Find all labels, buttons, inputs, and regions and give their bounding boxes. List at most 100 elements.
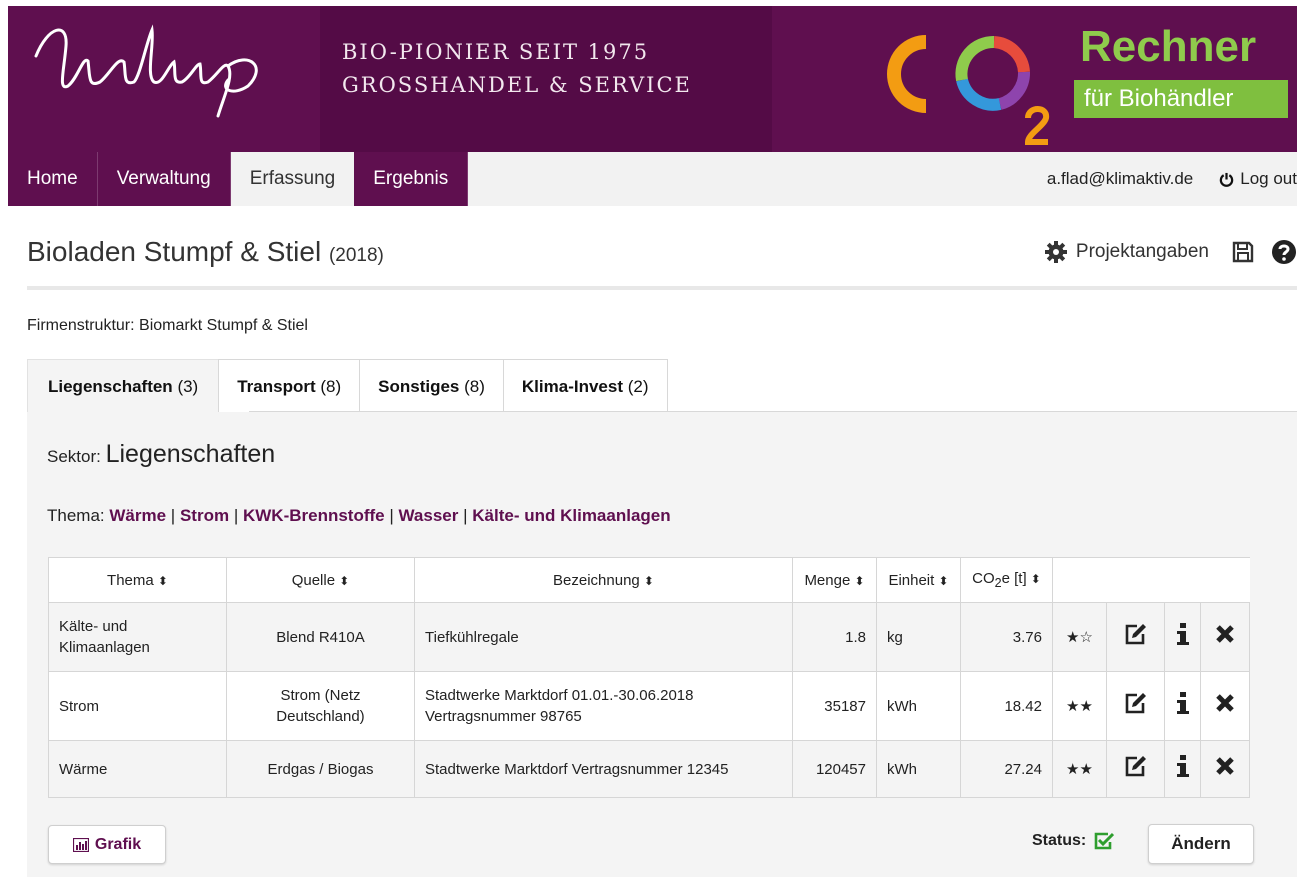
cell-co2e: 3.76 xyxy=(960,602,1053,672)
page-title-year: (2018) xyxy=(328,245,384,266)
sort-icon: ⬍ xyxy=(1030,572,1041,586)
close-icon xyxy=(1216,625,1234,643)
close-icon xyxy=(1216,694,1234,712)
rating-stars: ★★ xyxy=(1052,740,1107,798)
col-header-thema[interactable]: Thema ⬍ xyxy=(48,557,227,603)
projektangaben-button[interactable]: Projektangaben xyxy=(1044,240,1209,264)
tab-count: (8) xyxy=(464,377,485,396)
delete-button[interactable] xyxy=(1200,671,1250,741)
user-email: a.flad@klimaktiv.de xyxy=(1046,169,1194,188)
table-header-row: Thema ⬍ Quelle ⬍ Bezeichnung ⬍ Menge ⬍ E… xyxy=(48,557,1250,603)
thema-link-kaelte[interactable]: Kälte- und Klimaanlagen xyxy=(472,506,670,525)
grafik-button[interactable]: Grafik xyxy=(48,825,166,864)
nav-user-area: a.flad@klimaktiv.de Log out xyxy=(1047,152,1297,206)
sektor-label: Sektor: xyxy=(47,447,101,466)
cell-co2e: 27.24 xyxy=(960,740,1053,798)
tagline-line-2: GROSSHANDEL & SERVICE xyxy=(342,73,692,97)
col-header-blank xyxy=(1200,557,1250,603)
thema-link-wasser[interactable]: Wasser xyxy=(399,506,459,525)
save-button[interactable] xyxy=(1231,240,1255,264)
thema-link-kwk[interactable]: KWK-Brennstoffe xyxy=(243,506,385,525)
thema-filter: Thema: Wärme | Strom | KWK-Brennstoffe |… xyxy=(47,506,671,526)
table-row: Wärme Erdgas / Biogas Stadtwerke Marktdo… xyxy=(48,740,1250,798)
col-header-label: Menge xyxy=(804,571,851,589)
header-actions: Projektangaben xyxy=(1044,234,1297,270)
info-button[interactable] xyxy=(1164,602,1201,672)
logout-label: Log out xyxy=(1240,169,1297,188)
col-header-label: Quelle xyxy=(291,571,336,589)
cell-bezeichnung: Stadtwerke Marktdorf Vertragsnummer 1234… xyxy=(414,740,793,798)
aendern-button[interactable]: Ändern xyxy=(1148,824,1254,864)
col-header-co2e[interactable]: CO2e [t] ⬍ xyxy=(960,557,1053,603)
nav-home[interactable]: Home xyxy=(8,152,98,206)
sort-icon: ⬍ xyxy=(157,573,168,588)
col-header-menge[interactable]: Menge ⬍ xyxy=(792,557,877,603)
table-row: Strom Strom (Netz Deutschland) Stadtwerk… xyxy=(48,671,1250,741)
nav-menu: Home Verwaltung Erfassung Ergebnis xyxy=(8,152,469,206)
sort-icon: ⬍ xyxy=(938,573,949,588)
info-button[interactable] xyxy=(1164,740,1201,798)
cell-quelle: Strom (Netz Deutschland) xyxy=(226,671,415,741)
cell-menge: 120457 xyxy=(792,740,877,798)
nav-verwaltung[interactable]: Verwaltung xyxy=(97,152,231,206)
rating-stars: ★☆ xyxy=(1052,602,1107,672)
nav-ergebnis[interactable]: Ergebnis xyxy=(354,152,469,206)
tab-count: (8) xyxy=(320,377,342,396)
sort-icon: ⬍ xyxy=(854,573,865,588)
col-header-blank xyxy=(1164,557,1201,603)
info-icon xyxy=(1176,755,1189,777)
co2-logo-icon xyxy=(887,35,1050,145)
edit-icon xyxy=(1125,624,1146,645)
tab-label: Klima-Invest xyxy=(521,377,623,396)
save-icon xyxy=(1232,241,1254,263)
co2-rechner-subtitle: für Biohändler xyxy=(1074,80,1288,118)
firmenstruktur-value: Biomarkt Stumpf & Stiel xyxy=(139,317,308,334)
tab-count: (2) xyxy=(627,377,649,396)
cell-quelle: Blend R410A xyxy=(226,602,415,672)
edit-button[interactable] xyxy=(1106,602,1165,672)
sector-tabs: Liegenschaften (3) Transport (8) Sonstig… xyxy=(27,359,668,412)
cell-einheit: kg xyxy=(876,602,961,672)
help-button[interactable] xyxy=(1271,239,1297,265)
cell-bezeichnung: Stadtwerke Marktdorf 01.01.-30.06.2018 V… xyxy=(414,671,793,741)
page-title: Bioladen Stumpf & Stiel (2018) xyxy=(27,236,384,268)
emissions-table: Thema ⬍ Quelle ⬍ Bezeichnung ⬍ Menge ⬍ E… xyxy=(48,557,1250,798)
cell-quelle: Erdgas / Biogas xyxy=(226,740,415,798)
rating-stars: ★★ xyxy=(1052,671,1107,741)
brand-tagline: BIO-PIONIER SEIT 1975 GROSSHANDEL & SERV… xyxy=(342,36,692,102)
header-banner: BIO-PIONIER SEIT 1975 GROSSHANDEL & SERV… xyxy=(8,6,1297,152)
info-button[interactable] xyxy=(1164,671,1201,741)
projektangaben-label: Projektangaben xyxy=(1075,241,1209,262)
nav-erfassung[interactable]: Erfassung xyxy=(230,152,355,206)
gear-icon xyxy=(1044,241,1067,263)
bar-chart-icon xyxy=(72,837,89,852)
col-header-bezeichnung[interactable]: Bezeichnung ⬍ xyxy=(414,557,793,603)
thema-link-waerme[interactable]: Wärme xyxy=(109,506,166,525)
page-title-text: Bioladen Stumpf & Stiel xyxy=(27,236,322,267)
cell-thema: Strom xyxy=(48,671,227,741)
edit-icon xyxy=(1125,756,1146,777)
thema-label: Thema: xyxy=(47,506,105,525)
delete-button[interactable] xyxy=(1200,740,1250,798)
edit-button[interactable] xyxy=(1106,740,1165,798)
tab-transport[interactable]: Transport (8) xyxy=(218,359,361,412)
status-label: Status: xyxy=(1032,832,1087,849)
cell-einheit: kWh xyxy=(876,740,961,798)
col-header-quelle[interactable]: Quelle ⬍ xyxy=(226,557,415,603)
delete-button[interactable] xyxy=(1200,602,1250,672)
tab-divider xyxy=(249,411,1297,412)
logout-link[interactable]: Log out xyxy=(1219,152,1297,206)
firmenstruktur-label: Firmenstruktur: xyxy=(27,317,135,334)
thema-link-strom[interactable]: Strom xyxy=(180,506,229,525)
header-divider xyxy=(27,286,1297,290)
thema-separator: | xyxy=(170,506,176,525)
edit-button[interactable] xyxy=(1106,671,1165,741)
tab-label: Sonstiges xyxy=(378,377,460,396)
tab-klima-invest[interactable]: Klima-Invest (2) xyxy=(502,359,668,412)
weiling-logo xyxy=(34,24,258,118)
col-header-einheit[interactable]: Einheit ⬍ xyxy=(876,557,961,603)
co2-rechner-title: Rechner xyxy=(1080,22,1257,71)
tab-sonstiges[interactable]: Sonstiges (8) xyxy=(359,359,504,412)
cell-bezeichnung: Tiefkühlregale xyxy=(414,602,793,672)
tab-liegenschaften[interactable]: Liegenschaften (3) xyxy=(27,359,220,412)
